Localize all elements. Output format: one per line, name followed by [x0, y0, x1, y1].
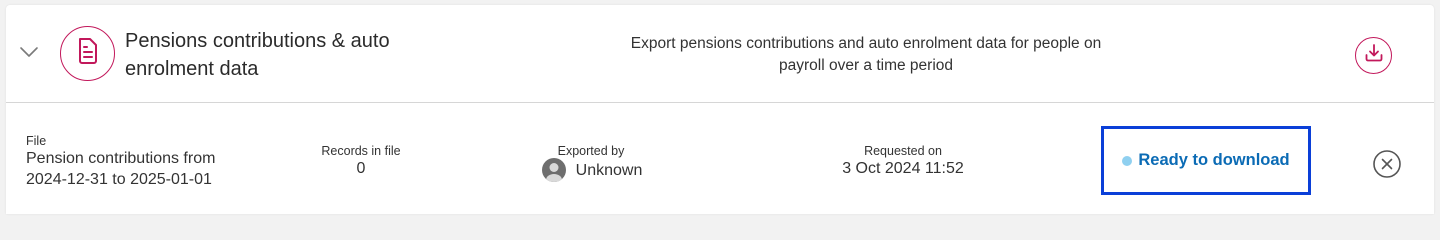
export-description: Export pensions contributions and auto e…	[630, 35, 1102, 74]
records-label: Records in file	[321, 144, 401, 158]
file-name-line2: 2024-12-31 to 2025-01-01	[26, 171, 212, 188]
status-dot	[1122, 155, 1133, 166]
close-circle-icon[interactable]	[1371, 148, 1403, 180]
file-column: File Pension contributions from 2024-12-…	[26, 134, 276, 190]
requested-on-label: Requested on	[864, 144, 942, 158]
chevron-down-icon[interactable]	[18, 41, 40, 63]
requested-on-column: Requested on 3 Oct 2024 11:52	[813, 144, 993, 179]
download-button[interactable]	[1355, 37, 1392, 74]
user-avatar-icon	[541, 158, 566, 182]
ready-to-download-link[interactable]: Ready to download	[1101, 126, 1311, 195]
export-row: File Pension contributions from 2024-12-…	[6, 103, 1434, 214]
file-label: File	[26, 134, 47, 148]
download-icon	[1363, 42, 1385, 69]
requested-on-value: 3 Oct 2024 11:52	[842, 160, 964, 177]
exported-by-value: Unknown	[575, 161, 643, 179]
export-card: Pensions contributions & auto enrolment …	[6, 5, 1434, 214]
file-name-line1: Pension contributions from	[26, 150, 216, 167]
export-title: Pensions contributions & auto enrolment …	[125, 30, 390, 80]
export-card-header: Pensions contributions & auto enrolment …	[6, 5, 1434, 103]
document-icon	[76, 37, 100, 70]
status-text: Ready to download	[1138, 151, 1290, 169]
exported-by-label: Exported by	[557, 144, 625, 158]
exported-by-column: Exported by Unknown	[526, 144, 656, 182]
document-icon-circle	[60, 26, 115, 81]
records-value: 0	[356, 160, 366, 177]
records-column: Records in file 0	[296, 144, 426, 179]
